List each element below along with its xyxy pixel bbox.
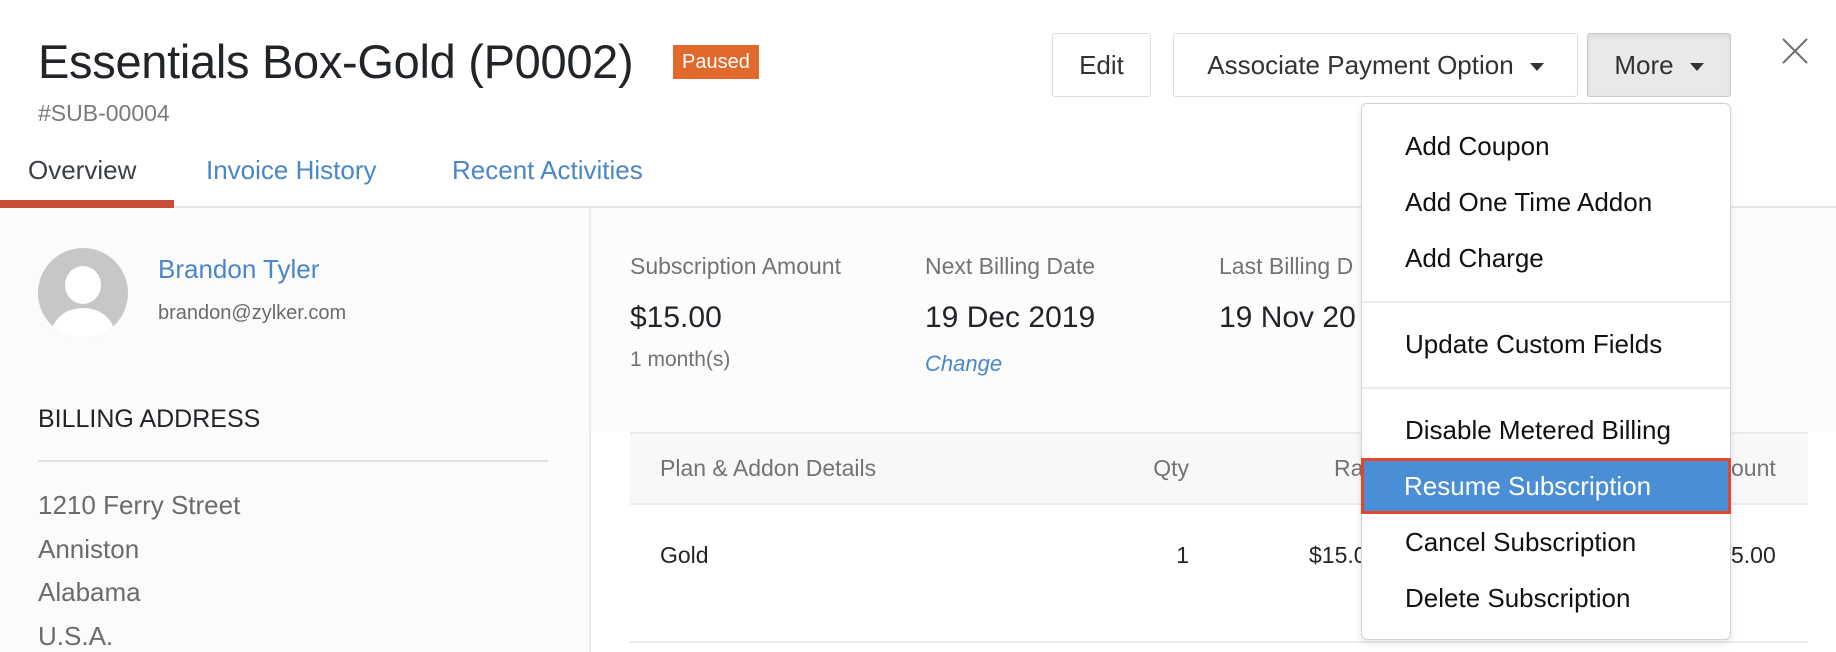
address-line: 1210 Ferry Street <box>38 490 241 520</box>
avatar-head <box>65 266 101 304</box>
qty-cell: 1 <box>1176 542 1189 568</box>
customer-email: brandon@zylker.com <box>158 302 347 324</box>
column-header-plan-addon-details: Plan & Addon Details <box>660 455 877 481</box>
page-title: Essentials Box-Gold (P0002) <box>38 35 634 88</box>
last-billing-date-label: Last Billing D <box>1219 253 1354 279</box>
subscription-id: #SUB-00004 <box>38 100 170 126</box>
more-button[interactable]: More <box>1587 33 1731 97</box>
associate-payment-option-label: Associate Payment Option <box>1207 49 1514 80</box>
more-dropdown-menu: Add Coupon Add One Time Addon Add Charge… <box>1361 103 1731 640</box>
address-line: U.S.A. <box>38 621 114 651</box>
status-badge: Paused <box>673 45 759 79</box>
table-bottom-border <box>630 641 1808 643</box>
tab-overview[interactable]: Overview <box>28 152 136 188</box>
next-billing-date-value: 19 Dec 2019 <box>925 301 1096 334</box>
subscription-amount-value: $15.00 <box>630 301 722 334</box>
tab-invoice-history[interactable]: Invoice History <box>206 152 377 188</box>
more-button-label: More <box>1614 49 1674 80</box>
menu-item-update-custom-fields[interactable]: Update Custom Fields <box>1362 316 1730 372</box>
edit-button[interactable]: Edit <box>1052 33 1151 97</box>
avatar-body <box>52 308 114 338</box>
subscription-amount-label: Subscription Amount <box>630 253 841 279</box>
close-icon[interactable] <box>1780 36 1810 66</box>
active-tab-indicator <box>0 200 174 208</box>
edit-button-label: Edit <box>1079 49 1124 80</box>
menu-item-disable-metered-billing[interactable]: Disable Metered Billing <box>1362 402 1730 458</box>
user-avatar-icon <box>38 248 128 338</box>
caret-down-icon <box>1689 62 1704 71</box>
menu-item-resume-subscription[interactable]: Resume Subscription <box>1361 458 1731 514</box>
column-header-qty: Qty <box>1153 455 1189 481</box>
column-header-amount: ount <box>1731 455 1776 481</box>
billing-address-heading: BILLING ADDRESS <box>38 405 261 433</box>
customer-name-link[interactable]: Brandon Tyler <box>158 252 319 286</box>
menu-divider <box>1362 301 1730 303</box>
menu-item-cancel-subscription[interactable]: Cancel Subscription <box>1362 514 1730 570</box>
billing-address-divider <box>38 460 548 462</box>
associate-payment-option-button[interactable]: Associate Payment Option <box>1173 33 1578 97</box>
amount-cell: 5.00 <box>1731 542 1776 568</box>
plan-name-cell: Gold <box>660 542 709 568</box>
menu-item-delete-subscription[interactable]: Delete Subscription <box>1362 570 1730 626</box>
tab-recent-activities[interactable]: Recent Activities <box>452 152 643 188</box>
menu-item-add-one-time-addon[interactable]: Add One Time Addon <box>1362 174 1730 230</box>
menu-item-add-coupon[interactable]: Add Coupon <box>1362 118 1730 174</box>
address-line: Alabama <box>38 577 141 607</box>
change-next-billing-date-link[interactable]: Change <box>925 350 1002 378</box>
menu-divider <box>1362 387 1730 389</box>
next-billing-date-label: Next Billing Date <box>925 253 1096 279</box>
billing-cycle: 1 month(s) <box>630 348 731 371</box>
last-billing-date-value: 19 Nov 20 <box>1219 301 1356 334</box>
column-header-rate: Ra <box>1334 455 1364 481</box>
rate-cell: $15.0 <box>1309 542 1367 568</box>
caret-down-icon <box>1529 62 1544 71</box>
menu-item-add-charge[interactable]: Add Charge <box>1362 230 1730 286</box>
address-line: Anniston <box>38 534 140 564</box>
